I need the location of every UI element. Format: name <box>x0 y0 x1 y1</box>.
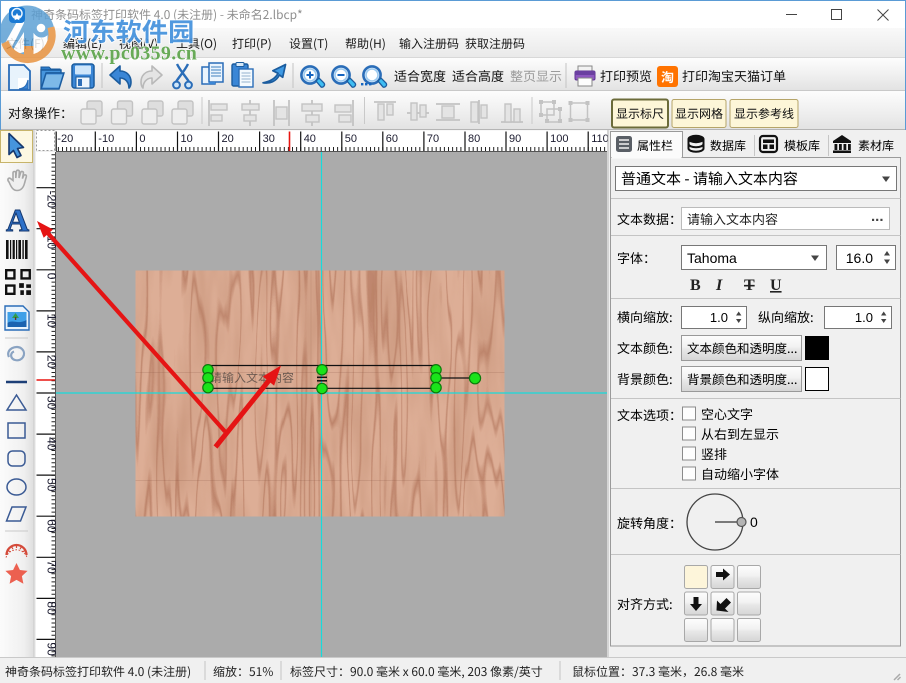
svg-text:30: 30 <box>263 133 275 145</box>
svg-text:50: 50 <box>345 133 357 145</box>
svg-text:A: A <box>6 202 29 238</box>
svg-text:60: 60 <box>386 133 398 145</box>
svg-text:110: 110 <box>591 133 609 145</box>
svg-text:...: ... <box>871 208 884 225</box>
svg-text:0: 0 <box>139 133 145 145</box>
svg-text:www.pc0359.cn: www.pc0359.cn <box>61 43 197 65</box>
svg-text:0: 0 <box>750 514 758 530</box>
svg-text:U: U <box>770 277 782 294</box>
svg-text:20: 20 <box>222 133 234 145</box>
svg-text:10: 10 <box>181 133 193 145</box>
svg-text:16.0: 16.0 <box>846 250 873 266</box>
svg-text:80: 80 <box>468 133 480 145</box>
svg-text:-20: -20 <box>57 133 73 145</box>
svg-text:40: 40 <box>304 133 316 145</box>
svg-text:90: 90 <box>509 133 521 145</box>
svg-text:I: I <box>715 277 723 294</box>
svg-text:1.0: 1.0 <box>710 310 728 325</box>
svg-text:1.0: 1.0 <box>855 310 873 325</box>
svg-text:-10: -10 <box>98 133 114 145</box>
svg-text:Tahoma: Tahoma <box>687 250 737 266</box>
svg-text:100: 100 <box>550 133 568 145</box>
svg-text:70: 70 <box>427 133 439 145</box>
svg-text:B: B <box>690 277 701 294</box>
svg-text:T: T <box>744 277 755 294</box>
